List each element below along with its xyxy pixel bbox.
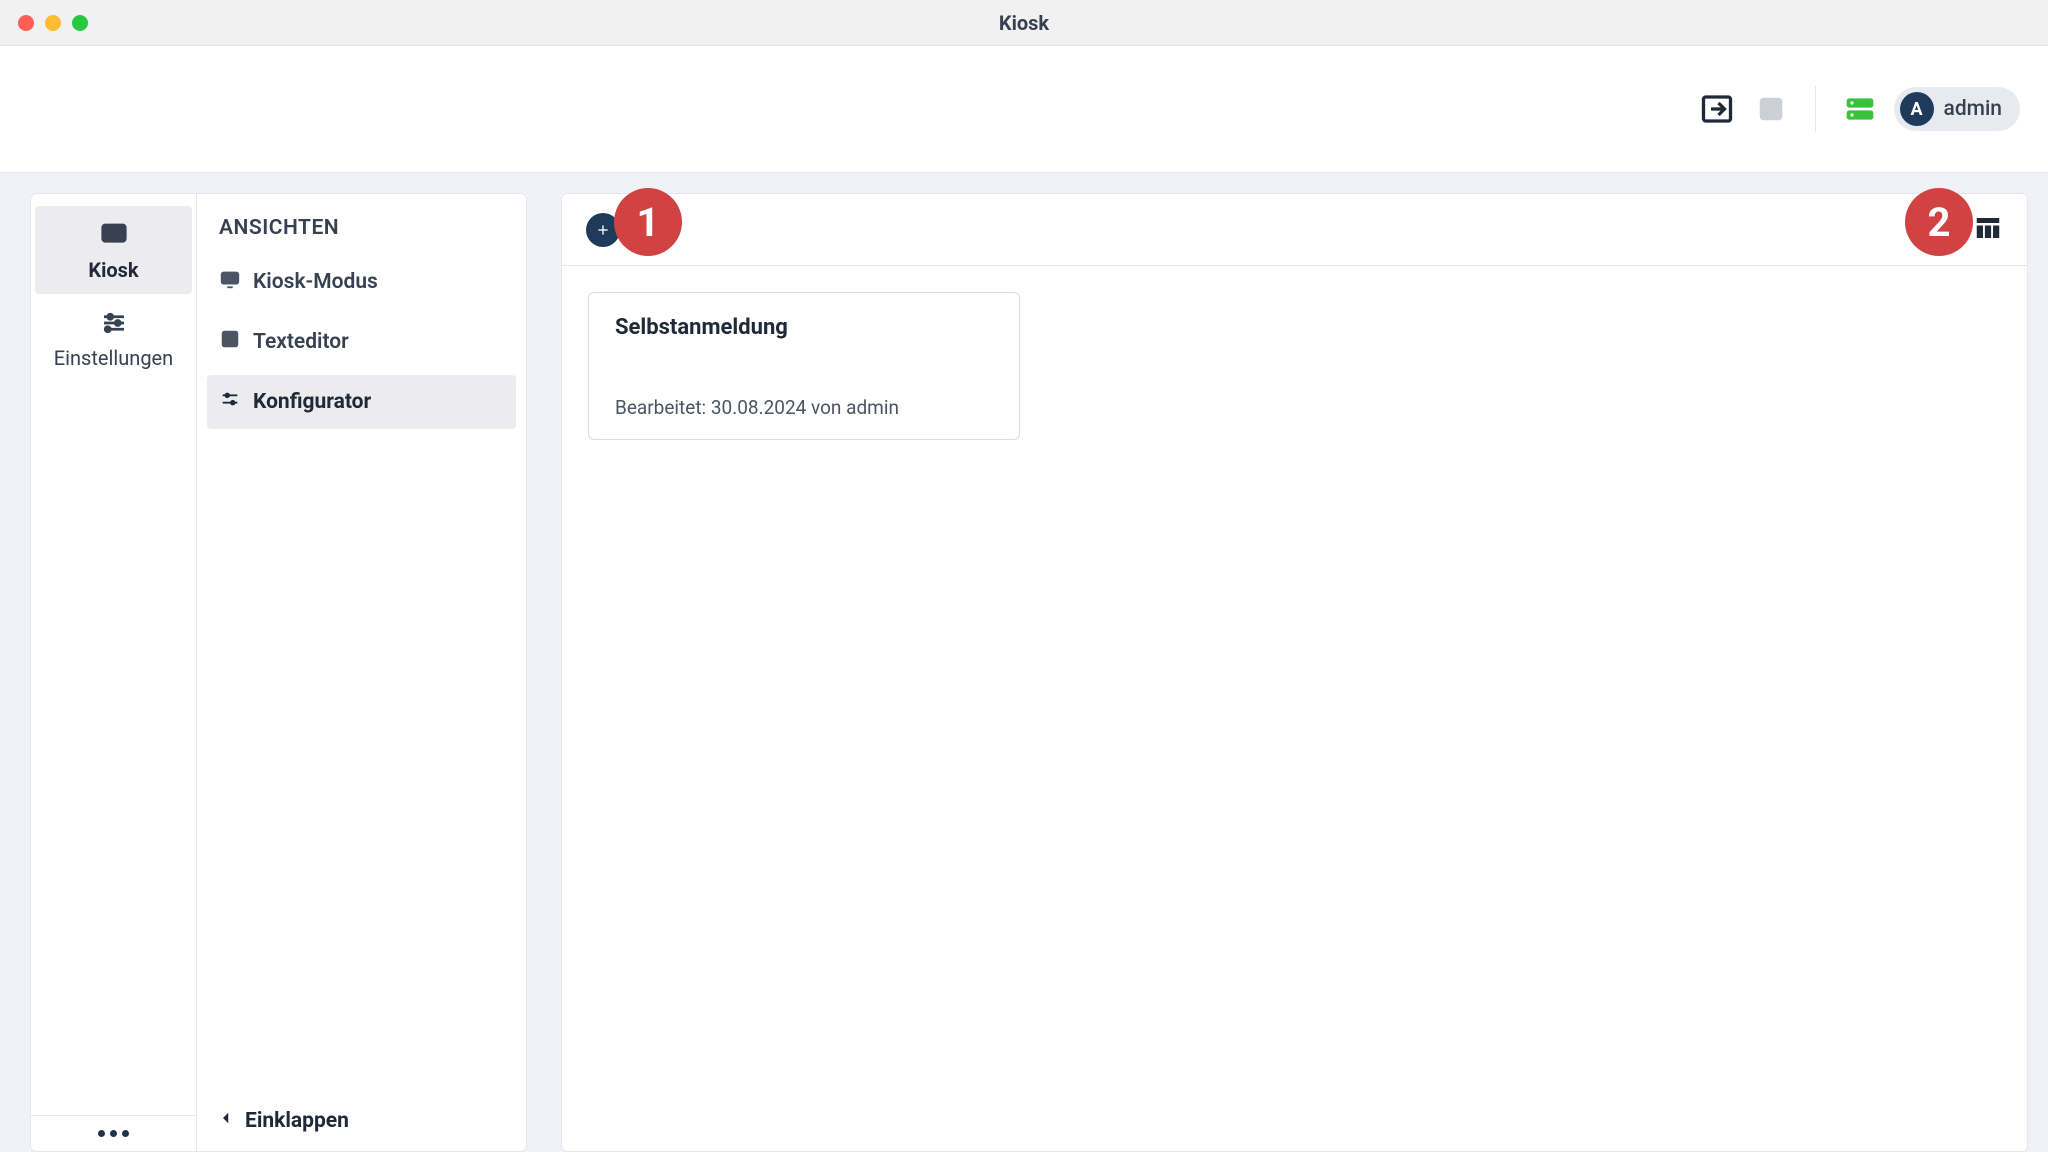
content-toolbar: 1 2 [562,194,2027,266]
window-titlebar: Kiosk [0,0,2048,46]
sliders-icon [99,308,129,342]
window-title: Kiosk [0,11,2048,35]
sidebar-item-kiosk[interactable]: Kiosk [35,206,192,294]
topbar-divider [1815,86,1816,132]
sidebar-footer [31,1115,196,1151]
server-status-icon[interactable] [1840,89,1880,129]
texteditor-icon [219,328,241,356]
person-badge-icon[interactable] [1751,89,1791,129]
main: Kiosk Einstellungen ANSICHTEN [0,173,2048,1152]
ansicht-label: Texteditor [253,330,349,354]
primary-sidebar: Kiosk Einstellungen [30,193,197,1152]
card-meta: Bearbeitet: 30.08.2024 von admin [615,396,993,419]
annotation-number: 1 [637,199,660,246]
window-controls [18,15,88,31]
ansicht-konfigurator[interactable]: Konfigurator [207,375,516,429]
minimize-window-dot[interactable] [45,15,61,31]
monitor-icon [99,220,129,254]
card-title: Selbstanmeldung [615,315,993,340]
sliders-icon [219,388,241,416]
maximize-window-dot[interactable] [72,15,88,31]
close-window-dot[interactable] [18,15,34,31]
ansicht-label: Konfigurator [253,390,371,414]
topbar: A admin [0,46,2048,173]
content-panel: 1 2 Selbstanmeldung Bear [561,193,2028,1152]
ansicht-label: Kiosk-Modus [253,270,378,294]
config-card[interactable]: Selbstanmeldung Bearbeitet: 30.08.2024 v… [588,292,1020,440]
collapse-label: Einklappen [245,1109,349,1133]
monitor-icon [219,268,241,296]
annotation-badge-1: 1 [614,188,682,256]
ansicht-kiosk-modus[interactable]: Kiosk-Modus [207,255,516,309]
enter-icon[interactable] [1697,89,1737,129]
user-menu[interactable]: A admin [1894,87,2021,131]
collapse-button[interactable]: Einklappen [197,1091,526,1151]
user-name: admin [1944,97,2003,121]
sidebar-item-einstellungen[interactable]: Einstellungen [35,294,192,382]
card-list: Selbstanmeldung Bearbeitet: 30.08.2024 v… [562,266,2027,466]
annotation-badge-2: 2 [1905,188,1973,256]
chevron-left-icon [217,1109,235,1133]
secondary-sidebar: ANSICHTEN Kiosk-Modus Texteditor [197,193,527,1152]
sidebar-item-label: Kiosk [88,258,138,282]
ansicht-texteditor[interactable]: Texteditor [207,315,516,369]
columns-icon [1973,228,2003,247]
avatar: A [1900,92,1934,126]
more-icon[interactable] [98,1130,129,1137]
ansichten-header: ANSICHTEN [197,194,526,252]
annotation-number: 2 [1928,199,1951,246]
view-toggle-button[interactable] [1973,213,2003,247]
sidebar-item-label: Einstellungen [54,346,173,370]
